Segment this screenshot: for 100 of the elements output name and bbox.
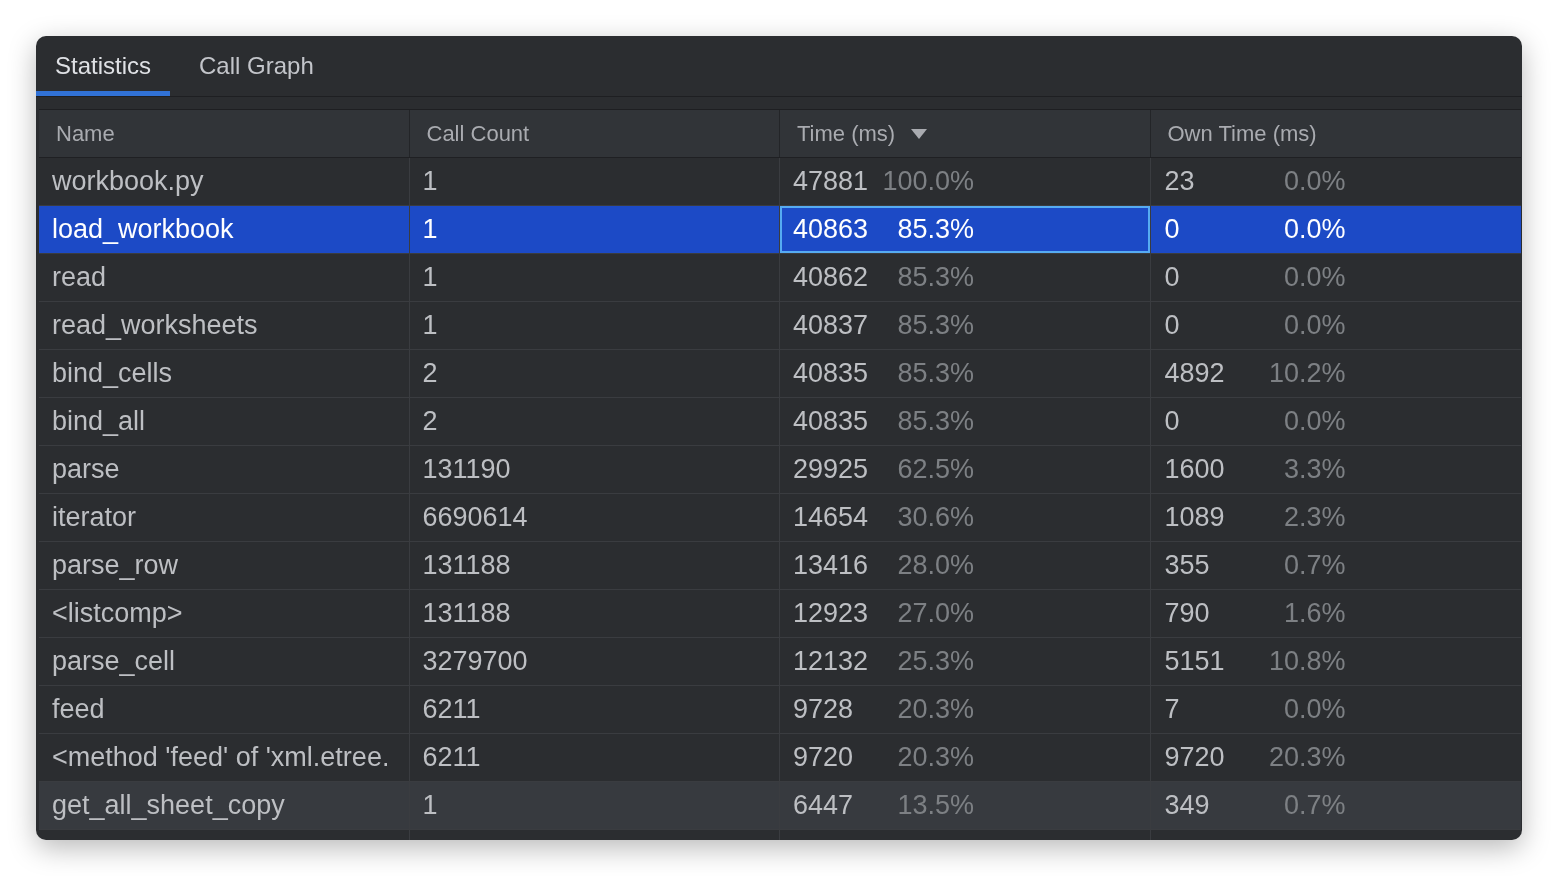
own-time-percent: 0.0% [1283,312,1346,339]
table-cell: 131190 [409,446,780,493]
time-percent: 85.3% [897,360,974,387]
own-time-value: 23 [1164,168,1195,195]
own-time-value: 5151 [1164,648,1225,675]
table-row[interactable]: bind_all 2 40835 85.3% 0 0.0% [39,398,1521,446]
table-row[interactable]: iterator 6690614 14654 30.6% 1089 2.3% [39,494,1521,542]
own-time-percent: 0.0% [1283,168,1346,195]
column-header[interactable]: Call Count [409,110,780,157]
table-cell: workbook.py [39,158,410,205]
own-time-value: 0 [1164,264,1180,291]
time-value: 40835 [793,360,869,387]
time-value: 6447 [793,792,854,819]
table-cell: 1 [409,158,780,205]
table-row[interactable]: load_workbook 1 40863 85.3% 0 0.0% [39,206,1521,254]
triangle-down-icon [911,128,928,139]
own-time-percent: 20.3% [1268,744,1346,771]
time-value: 40835 [793,408,869,435]
table-cell: 1 [409,302,780,349]
own-time-value: 0 [1164,216,1180,243]
table-row[interactable]: feed 6211 9728 20.3% 7 0.0% [39,686,1521,734]
table-cell: <listcomp> [39,590,410,637]
time-value: 13416 [793,552,869,579]
own-time-value: 4892 [1164,360,1225,387]
table-cell: <method 'feed' of 'xml.etree. [39,734,410,781]
table-cell: 1 [409,254,780,301]
own-time-value: 7 [1164,696,1180,723]
own-time-value: 790 [1164,600,1210,627]
own-time-value: 1600 [1164,456,1225,483]
table-row[interactable]: parse_row 131188 13416 28.0% 355 0.7% [39,542,1521,590]
time-percent: 25.3% [897,648,974,675]
own-time-value: 0 [1164,408,1180,435]
table-cell: 2 [409,350,780,397]
table-cell: 131188 [409,590,780,637]
table-cell: read_worksheets [39,302,410,349]
table-cell: read [39,254,410,301]
table-cell: 1 [409,782,780,829]
table-cell: 6211 [409,686,780,733]
table-row[interactable]: <method 'feed' of 'xml.etree. 6211 9720 20.3% 9720 20.3% [39,734,1521,782]
table-cell: load_workbook [39,206,410,253]
time-percent: 62.5% [897,456,974,483]
time-percent: 20.3% [897,744,974,771]
column-header[interactable]: Own Time (ms) [1150,110,1521,157]
table-row[interactable]: workbook.py 1 47881 100.0% 23 0.0% [39,158,1521,206]
own-time-value: 9720 [1164,744,1225,771]
time-percent: 100.0% [882,168,974,195]
tab[interactable]: Statistics [36,36,171,96]
time-percent: 13.5% [897,792,974,819]
own-time-percent: 0.0% [1283,216,1346,243]
own-time-percent: 0.7% [1283,552,1346,579]
own-time-percent: 2.3% [1283,504,1346,531]
time-value: 14654 [793,504,869,531]
table-cell: get_all_sheet_copy [39,782,410,829]
table-row[interactable]: parse 131190 29925 62.5% 1600 3.3% [39,446,1521,494]
own-time-percent: 10.8% [1268,648,1346,675]
table-row[interactable]: read 1 40862 85.3% 0 0.0% [39,254,1521,302]
table-row[interactable]: read_worksheets 1 40837 85.3% 0 0.0% [39,302,1521,350]
column-header[interactable]: Time (ms) [780,110,1151,157]
table-cell: 6690614 [409,494,780,541]
own-time-value: 1089 [1164,504,1225,531]
table-row[interactable]: parse_cell 3279700 12132 25.3% 5151 10.8% [39,638,1521,686]
table-cell: 131188 [409,542,780,589]
time-percent: 20.3% [897,696,974,723]
table-row[interactable]: get_all_sheet_copy 1 6447 13.5% 349 0.7% [39,782,1521,830]
time-percent: 28.0% [897,552,974,579]
time-value: 47881 [793,168,869,195]
table-cell: iterator [39,494,410,541]
table-row[interactable]: bind_cells 2 40835 85.3% 4892 10.2% [39,350,1521,398]
table-cell: parse_cell [39,638,410,685]
table-cell: 3279700 [409,638,780,685]
time-value: 9728 [793,696,854,723]
time-percent: 30.6% [897,504,974,531]
time-percent: 85.3% [897,408,974,435]
table-cell: bind_cells [39,350,410,397]
table-row[interactable]: <listcomp> 131188 12923 27.0% 790 1.6% [39,590,1521,638]
own-time-value: 355 [1164,552,1210,579]
time-value: 40862 [793,264,869,291]
time-value: 40837 [793,312,869,339]
table-cell: feed [39,686,410,733]
column-header[interactable]: Name [39,110,410,157]
own-time-percent: 0.7% [1283,792,1346,819]
time-value: 12923 [793,600,869,627]
own-time-percent: 3.3% [1283,456,1346,483]
table-cell: 6211 [409,734,780,781]
time-value: 9720 [793,744,854,771]
table-cell: 1 [409,206,780,253]
time-percent: 85.3% [897,216,974,243]
tab[interactable]: Call Graph [180,36,333,96]
own-time-value: 349 [1164,792,1210,819]
time-percent: 85.3% [897,264,974,291]
table-cell: parse [39,446,410,493]
time-value: 29925 [793,456,869,483]
time-value: 12132 [793,648,869,675]
table-cell: parse_row [39,542,410,589]
own-time-percent: 1.6% [1283,600,1346,627]
own-time-value: 0 [1164,312,1180,339]
table-cell: bind_all [39,398,410,445]
own-time-percent: 10.2% [1268,360,1346,387]
own-time-percent: 0.0% [1283,264,1346,291]
time-percent: 85.3% [897,312,974,339]
